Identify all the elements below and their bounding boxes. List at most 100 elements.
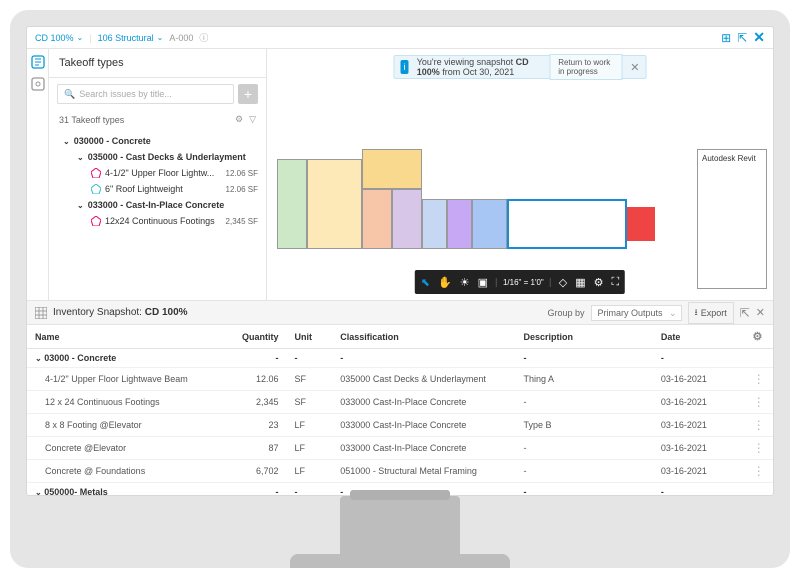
info-icon[interactable]: ⓘ: [199, 31, 208, 44]
col-qty[interactable]: Quantity: [225, 325, 286, 349]
qty-cell: 87: [225, 437, 286, 460]
scale-display[interactable]: 1/16" = 1'0": [496, 278, 551, 287]
title-block: Autodesk Revit: [697, 149, 767, 289]
tree-item[interactable]: 4-1/2" Upper Floor Lightw... 12.06 SF: [55, 165, 260, 181]
camera-icon[interactable]: ▣: [478, 276, 488, 289]
divider: |: [89, 33, 91, 43]
desc-cell: -: [515, 460, 652, 483]
class-cell: 051000 - Structural Metal Framing: [332, 460, 515, 483]
groupby-label: Group by: [547, 308, 584, 318]
qty-cell: 6,702: [225, 460, 286, 483]
viewer-toolbar: ⬉ ✋ ☀ ▣ 1/16" = 1'0" ◇ ▦ ⚙ ⛶: [415, 270, 625, 294]
tree-item-label: 12x24 Continuous Footings: [105, 216, 215, 226]
close-icon[interactable]: ✕: [753, 29, 765, 46]
sidebar: Takeoff types 🔍Search issues by title...…: [49, 49, 267, 300]
gear-icon[interactable]: ⚙: [752, 331, 762, 343]
open-external-icon[interactable]: ⇱: [737, 31, 747, 45]
tree-item-qty: 2,345 SF: [226, 217, 258, 226]
settings-icon[interactable]: ⚙: [594, 276, 604, 289]
chevron-down-icon: ⌄: [77, 33, 84, 42]
tree-item-qty: 12.06 SF: [226, 185, 258, 194]
pan-icon[interactable]: ✋: [438, 276, 452, 289]
unit-cell: SF: [287, 368, 333, 391]
qty-cell: 23: [225, 414, 286, 437]
return-button[interactable]: Return to work in progress: [549, 54, 622, 80]
cursor-icon[interactable]: ⬉: [421, 276, 430, 289]
more-icon[interactable]: ⋮: [744, 460, 773, 483]
group-cell[interactable]: ⌄ 03000 - Concrete: [27, 349, 225, 368]
fit-icon[interactable]: ▦: [575, 276, 585, 289]
tree-subgroup[interactable]: ⌄ 035000 - Cast Decks & Underlayment: [55, 149, 260, 165]
col-unit[interactable]: Unit: [287, 325, 333, 349]
settings-icon[interactable]: ⚙: [235, 114, 243, 125]
inventory-table: Name Quantity Unit Classification Descri…: [27, 325, 773, 495]
name-cell: 4-1/2" Upper Floor Lightwave Beam: [27, 368, 225, 391]
open-external-icon[interactable]: ⇱: [740, 306, 750, 320]
layers-icon[interactable]: ⊞: [721, 31, 731, 45]
class-cell: 033000 Cast-In-Place Concrete: [332, 414, 515, 437]
close-icon[interactable]: ✕: [630, 61, 639, 74]
chevron-down-icon: ⌄: [77, 201, 84, 210]
date-cell: 03-16-2021: [653, 460, 745, 483]
takeoff-count: 31 Takeoff types: [59, 115, 124, 125]
snapshot-banner: i You're viewing snapshot CD 100% from O…: [394, 55, 647, 79]
date-cell: 03-16-2021: [653, 437, 745, 460]
export-button[interactable]: ⭳Export: [688, 302, 734, 324]
more-icon[interactable]: ⋮: [744, 437, 773, 460]
add-button[interactable]: +: [238, 84, 258, 104]
search-input[interactable]: 🔍Search issues by title...: [57, 84, 234, 104]
pentagon-icon: [91, 168, 101, 178]
groupby-select[interactable]: Primary Outputs: [591, 305, 682, 321]
desc-cell: -: [515, 391, 652, 414]
group-cell[interactable]: ⌄ 050000- Metals: [27, 483, 225, 496]
col-class[interactable]: Classification: [332, 325, 515, 349]
takeoff-tree: ⌄030000 - Concrete ⌄ 035000 - Cast Decks …: [49, 129, 266, 231]
more-icon[interactable]: ⋮: [744, 368, 773, 391]
chevron-down-icon: ⌄: [157, 33, 164, 42]
tree-item-label: 4-1/2" Upper Floor Lightw...: [105, 168, 214, 178]
close-icon[interactable]: ✕: [756, 306, 765, 319]
col-desc[interactable]: Description: [515, 325, 652, 349]
class-cell: 033000 Cast-In-Place Concrete: [332, 391, 515, 414]
filter-icon[interactable]: ▽: [249, 114, 256, 125]
tree-item[interactable]: 12x24 Continuous Footings 2,345 SF: [55, 213, 260, 229]
tree-subgroup-label: 035000 - Cast Decks & Underlayment: [88, 152, 246, 162]
crumb-package-label: CD 100%: [35, 33, 74, 43]
chevron-down-icon: ⌄: [77, 153, 84, 162]
crumb-package[interactable]: CD 100%⌄: [35, 33, 83, 43]
date-cell: 03-16-2021: [653, 368, 745, 391]
name-cell: Concrete @Elevator: [27, 437, 225, 460]
qty-cell: 2,345: [225, 391, 286, 414]
crumb-sheet-set[interactable]: 106 Structural⌄: [98, 33, 164, 43]
col-date[interactable]: Date: [653, 325, 745, 349]
monitor-stand: [340, 496, 460, 568]
unit-cell: SF: [287, 391, 333, 414]
fullscreen-icon[interactable]: ⛶: [612, 276, 620, 289]
unit-cell: LF: [287, 414, 333, 437]
eraser-icon[interactable]: ◇: [559, 276, 567, 289]
desc-cell: -: [515, 437, 652, 460]
takeoff-tab-icon[interactable]: [31, 55, 45, 69]
sun-icon[interactable]: ☀: [460, 276, 470, 289]
name-cell: 12 x 24 Continuous Footings: [27, 391, 225, 414]
more-icon[interactable]: ⋮: [744, 414, 773, 437]
sheets-tab-icon[interactable]: [31, 77, 45, 91]
tree-subgroup[interactable]: ⌄033000 - Cast-In-Place Concrete: [55, 197, 260, 213]
crumb-sheet-set-label: 106 Structural: [98, 33, 154, 43]
crumb-sheet-number[interactable]: A-000: [169, 33, 193, 43]
more-icon[interactable]: ⋮: [744, 391, 773, 414]
download-icon: ⭳: [695, 305, 698, 321]
unit-cell: LF: [287, 437, 333, 460]
banner-text: You're viewing snapshot CD 100% from Oct…: [417, 57, 541, 77]
inventory-header: Inventory Snapshot: CD 100% Group by Pri…: [27, 301, 773, 325]
search-icon: 🔍: [64, 89, 75, 100]
tree-item-label: 6" Roof Lightweight: [105, 184, 183, 194]
drawing-canvas[interactable]: i You're viewing snapshot CD 100% from O…: [267, 49, 773, 300]
date-cell: 03-16-2021: [653, 414, 745, 437]
desc-cell: Type B: [515, 414, 652, 437]
tree-group[interactable]: ⌄030000 - Concrete: [55, 133, 260, 149]
col-name[interactable]: Name: [27, 325, 225, 349]
info-icon: i: [401, 60, 409, 74]
pentagon-icon: [91, 216, 101, 226]
tree-item[interactable]: 6" Roof Lightweight 12.06 SF: [55, 181, 260, 197]
